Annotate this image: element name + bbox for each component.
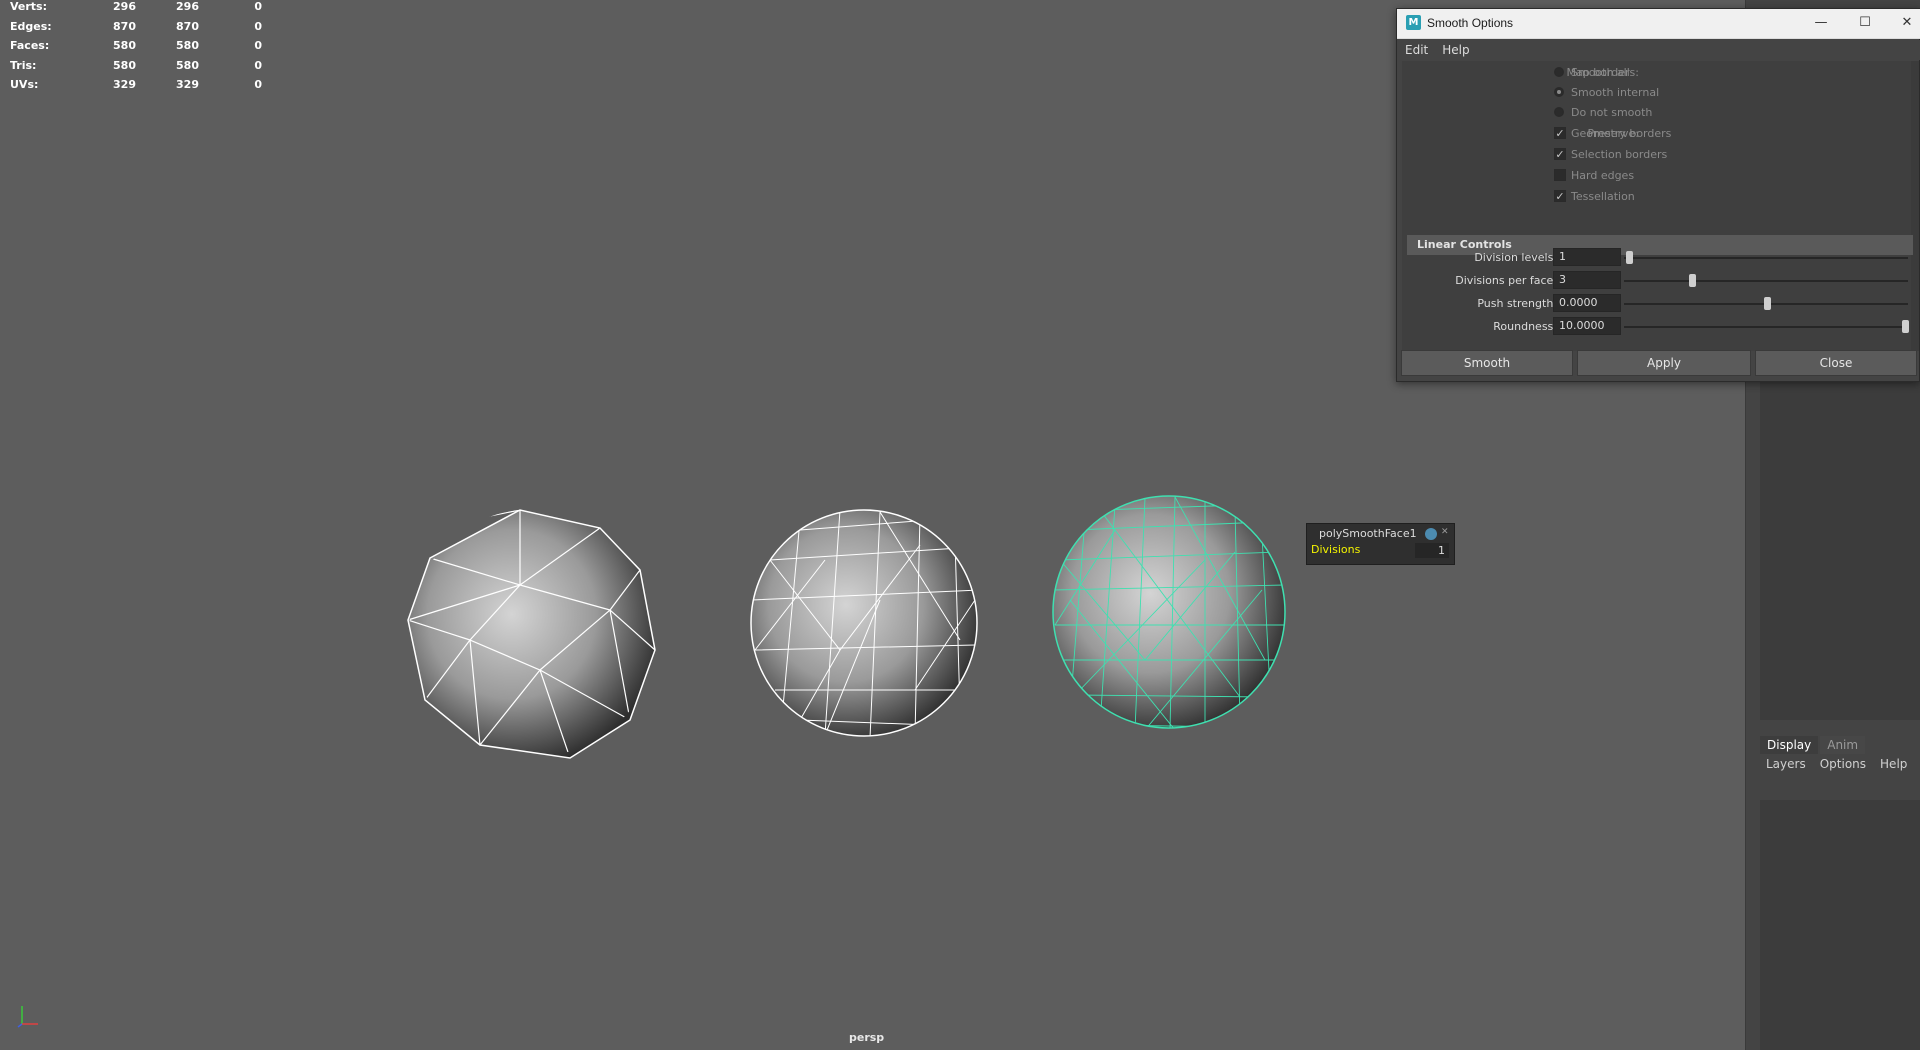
menu-options[interactable]: Options [1820, 757, 1866, 771]
dialog-title: Smooth Options [1427, 16, 1514, 30]
checkbox-hard-edges[interactable] [1554, 169, 1566, 181]
checkbox-selection-borders[interactable]: ✓ [1554, 148, 1566, 160]
radio-label: Smooth internal [1571, 86, 1660, 99]
division-levels-field[interactable]: 1 [1553, 248, 1621, 266]
division-levels-slider[interactable] [1624, 257, 1908, 259]
attribute-hud-popup[interactable]: polySmoothFace1 ✕ Divisions 1 [1306, 523, 1455, 565]
checkbox-label: Hard edges [1571, 169, 1635, 182]
division-levels-label: Division levels: [1474, 251, 1557, 264]
layer-editor-menu: Layers Options Help [1766, 757, 1907, 771]
divisions-per-face-label: Divisions per face: [1455, 274, 1557, 287]
radio-smooth-internal[interactable] [1554, 87, 1564, 97]
axis-gizmo-icon [17, 1006, 38, 1028]
roundness-slider[interactable] [1624, 326, 1908, 328]
sphere-mid-res[interactable] [750, 509, 980, 740]
checkbox-label: Selection borders [1571, 148, 1668, 161]
maya-app-icon: M [1406, 15, 1421, 30]
scrollbar[interactable] [1911, 61, 1919, 351]
close-icon[interactable]: ✕ [1897, 14, 1917, 32]
push-strength-label: Push strength: [1477, 297, 1557, 310]
close-button[interactable]: Close [1755, 350, 1917, 376]
checkbox-label: Geometry borders [1571, 127, 1672, 140]
push-strength-field[interactable]: 0.0000 [1553, 294, 1621, 312]
radio-do-not-smooth[interactable] [1554, 107, 1564, 117]
tab-anim[interactable]: Anim [1820, 736, 1866, 754]
radio-label: Smooth all [1571, 66, 1630, 79]
slider-thumb[interactable] [1764, 297, 1771, 310]
attribute-value-field[interactable]: 1 [1415, 543, 1449, 558]
dialog-menubar: Edit Help [1397, 40, 1920, 60]
divisions-per-face-field[interactable]: 3 [1553, 271, 1621, 289]
tab-display[interactable]: Display [1760, 736, 1819, 754]
slider-thumb[interactable] [1902, 320, 1909, 333]
node-name: polySmoothFace1 [1319, 527, 1417, 540]
roundness-label: Roundness: [1493, 320, 1557, 333]
radio-label: Do not smooth [1571, 106, 1653, 119]
menu-layers[interactable]: Layers [1766, 757, 1806, 771]
layer-list[interactable] [1760, 800, 1920, 1050]
smooth-button[interactable]: Smooth [1401, 350, 1573, 376]
checkbox-label: Tessellation [1571, 190, 1635, 203]
maximize-icon[interactable]: ☐ [1855, 14, 1875, 32]
smooth-options-dialog: M Smooth Options — ☐ ✕ Edit Help Map bor… [1396, 8, 1920, 382]
close-icon[interactable]: ✕ [1441, 527, 1449, 537]
apply-button[interactable]: Apply [1577, 350, 1751, 376]
sphere-low-res[interactable] [407, 509, 656, 759]
sphere-smoothed-selected[interactable] [1052, 495, 1286, 730]
globe-icon[interactable] [1425, 528, 1437, 540]
channel-box-area[interactable] [1760, 380, 1920, 720]
roundness-field[interactable]: 10.0000 [1553, 317, 1621, 335]
menu-help[interactable]: Help [1442, 40, 1469, 60]
menu-edit[interactable]: Edit [1405, 40, 1428, 60]
slider-thumb[interactable] [1689, 274, 1697, 287]
radio-smooth-all[interactable] [1554, 67, 1564, 77]
divisions-per-face-slider[interactable] [1624, 280, 1908, 282]
attribute-label: Divisions [1311, 543, 1361, 556]
checkbox-tessellation[interactable]: ✓ [1554, 190, 1566, 202]
maya-window: Verts: 296 296 0 Edges: 870 870 0 Faces:… [0, 0, 1920, 1050]
dialog-titlebar[interactable]: M Smooth Options — ☐ ✕ [1397, 9, 1920, 39]
slider-thumb[interactable] [1626, 251, 1633, 264]
minimize-icon[interactable]: — [1811, 14, 1831, 32]
layer-editor-tabs: Display Anim [1760, 736, 1920, 754]
checkbox-geometry-borders[interactable]: ✓ [1554, 127, 1566, 139]
camera-name: persp [849, 1031, 885, 1044]
menu-help[interactable]: Help [1880, 757, 1907, 771]
